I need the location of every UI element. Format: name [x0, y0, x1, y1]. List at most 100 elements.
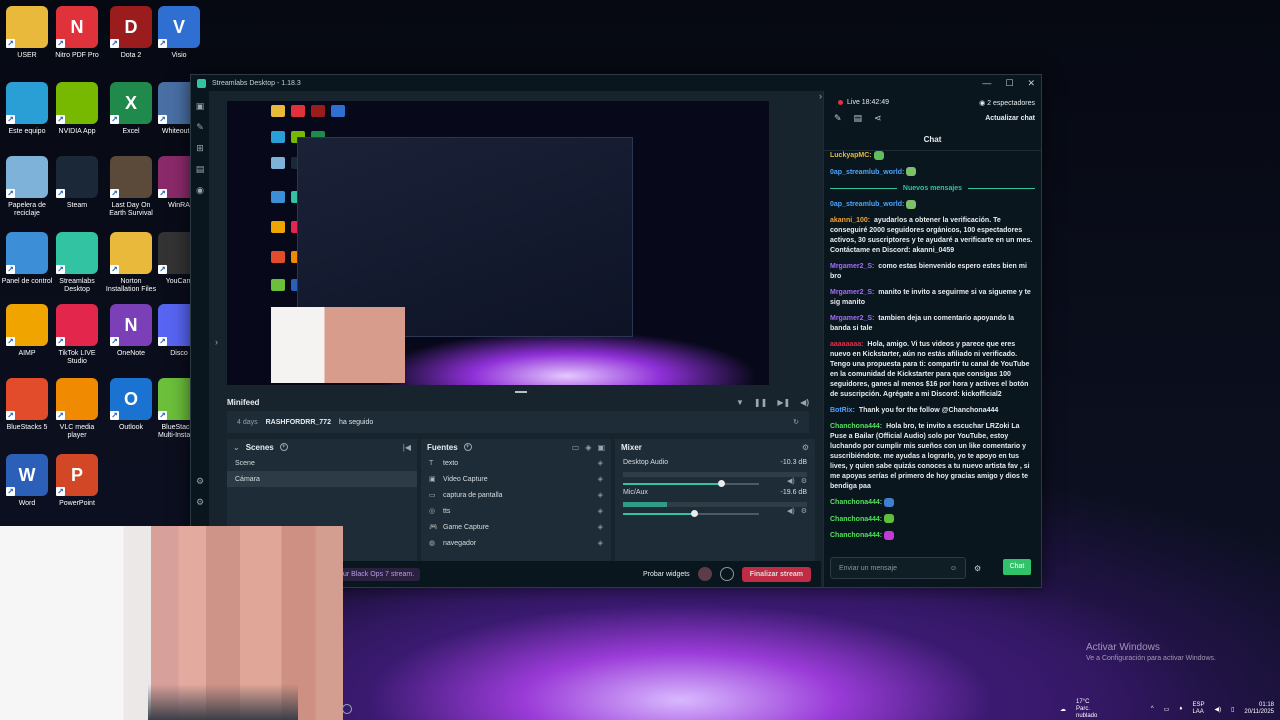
volume-slider[interactable]: [623, 510, 759, 517]
desktop-icon-panel-de-control[interactable]: ↗ Panel de control: [0, 232, 54, 286]
desktop-icon-visio[interactable]: V ↗ Visio: [152, 6, 206, 60]
overlays-icon[interactable]: ▤: [191, 164, 209, 175]
desktop-icon-outlook[interactable]: O ↗ Outlook: [104, 378, 158, 432]
mute-channel-icon[interactable]: ◀): [787, 507, 795, 515]
stream-preview[interactable]: [227, 101, 769, 385]
collapse-left-icon[interactable]: ›: [215, 337, 218, 347]
source-item[interactable]: ▭ captura de pantalla ◈: [421, 487, 611, 503]
chat-username[interactable]: 0ap_streamlub_world:: [830, 201, 904, 208]
chat-input[interactable]: Enviar un mensaje ☺: [830, 557, 966, 579]
visibility-icon[interactable]: ◈: [598, 491, 603, 499]
edit-stream-icon[interactable]: ✎: [834, 113, 842, 124]
visibility-icon[interactable]: ◈: [598, 539, 603, 547]
maximize-button[interactable]: ☐: [1005, 78, 1013, 89]
pause-icon[interactable]: ❚❚: [754, 398, 767, 407]
desktop-icon-nvidia-app[interactable]: ↗ NVIDIA App: [50, 82, 104, 136]
desktop-icon-norton-installation-files[interactable]: ↗ Norton Installation Files: [104, 232, 158, 294]
visibility-icon[interactable]: ◈: [598, 475, 603, 483]
weather-icon[interactable]: ☁: [1060, 706, 1066, 713]
chat-username[interactable]: Mrgamer2_S:: [830, 315, 874, 322]
channel-settings-icon[interactable]: ⚙: [801, 477, 807, 485]
desktop-icon-aimp[interactable]: ↗ AIMP: [0, 304, 54, 358]
desktop-icon-word[interactable]: W ↗ Word: [0, 454, 54, 508]
app-store-icon[interactable]: ⊞: [191, 143, 209, 154]
add-source-icon[interactable]: +: [463, 443, 472, 451]
chat-username[interactable]: Mrgamer2_S:: [830, 263, 874, 270]
language[interactable]: ESP: [1192, 702, 1204, 709]
refresh-chat-button[interactable]: Actualizar chat: [985, 115, 1035, 122]
channel-settings-icon[interactable]: ⚙: [801, 507, 807, 515]
desktop-icon-dota-2[interactable]: D ↗ Dota 2: [104, 6, 158, 60]
scene-transition-icon[interactable]: |◀: [403, 443, 411, 452]
desktop-icon-bluestacks-5[interactable]: ↗ BlueStacks 5: [0, 378, 54, 432]
chat-username[interactable]: Chanchona444:: [830, 423, 882, 430]
desktop-icon-streamlabs-desktop[interactable]: ↗ Streamlabs Desktop: [50, 232, 104, 294]
mute-icon[interactable]: ◀): [800, 398, 809, 407]
desktop-icon-onenote[interactable]: N ↗ OneNote: [104, 304, 158, 358]
chat-username[interactable]: LuckyapMC:: [830, 152, 872, 159]
folder-icon[interactable]: ▭: [572, 443, 580, 452]
emote-icon[interactable]: ☺: [950, 565, 957, 572]
repeat-icon[interactable]: ↻: [793, 418, 799, 426]
profile-icon[interactable]: ⚙: [191, 497, 209, 508]
volume-icon[interactable]: ◀): [1214, 706, 1221, 713]
desktop-icon-powerpoint[interactable]: P ↗ PowerPoint: [50, 454, 104, 508]
send-chat-button[interactable]: Chat: [1003, 559, 1031, 575]
mixer-settings-icon[interactable]: ⚙: [802, 443, 809, 452]
scene-item[interactable]: Scene: [227, 455, 417, 471]
taskbar-app-icon[interactable]: [342, 704, 352, 714]
desktop-icon-vlc-media-player[interactable]: ↗ VLC media player: [50, 378, 104, 440]
mute-channel-icon[interactable]: ◀): [787, 477, 795, 485]
group-icon[interactable]: ◈: [585, 443, 591, 452]
source-item[interactable]: ▣ Video Capture ◈: [421, 471, 611, 487]
source-item[interactable]: ◍ navegador ◈: [421, 535, 611, 551]
themes-icon[interactable]: ✎: [191, 122, 209, 133]
replay-buffer-button[interactable]: [719, 567, 734, 581]
stream-prompt[interactable]: ur Black Ops 7 stream.: [337, 567, 421, 581]
desktop-icon-tiktok-live-studio[interactable]: ↗ TikTok LIVE Studio: [50, 304, 104, 366]
desktop-icon-user[interactable]: ↗ USER: [0, 6, 54, 60]
add-scene-icon[interactable]: +: [279, 443, 288, 451]
scene-item[interactable]: Cámara: [227, 471, 417, 487]
visibility-icon[interactable]: ◈: [598, 507, 603, 515]
collapse-icon[interactable]: ▣: [597, 443, 605, 452]
volume-slider[interactable]: [623, 480, 759, 487]
chat-username[interactable]: akanni_100:: [830, 217, 870, 224]
clock[interactable]: 01:18 20/11/2025: [1244, 702, 1280, 716]
settings-icon[interactable]: ⚙: [191, 476, 209, 487]
end-stream-button[interactable]: Finalizar stream: [741, 566, 811, 582]
battery-icon[interactable]: ▯: [1231, 706, 1234, 713]
desktop-icon-este-equipo[interactable]: ↗ Este equipo: [0, 82, 54, 136]
filter-icon[interactable]: ▼: [736, 398, 744, 407]
desktop-icon-papelera-de-reciclaje[interactable]: ↗ Papelera de reciclaje: [0, 156, 54, 218]
mic-icon[interactable]: ♦: [1179, 706, 1182, 712]
chat-username[interactable]: BotRix:: [830, 407, 855, 414]
visibility-icon[interactable]: ◈: [598, 523, 603, 531]
record-button[interactable]: [697, 567, 712, 581]
chat-messages[interactable]: LuckyapMC: 0ap_streamlub_world: Nuevos men…: [830, 151, 1035, 551]
tray-chevron-icon[interactable]: ^: [1151, 706, 1154, 712]
skip-icon[interactable]: ▶❚: [777, 398, 790, 407]
chat-username[interactable]: 0ap_streamlub_world:: [830, 169, 904, 176]
source-item[interactable]: 🎮 Game Capture ◈: [421, 519, 611, 535]
network-icon[interactable]: ▭: [1164, 706, 1170, 713]
desktop-icon-excel[interactable]: X ↗ Excel: [104, 82, 158, 136]
desktop-icon-last-day-on-earth-survival[interactable]: ↗ Last Day On Earth Survival: [104, 156, 158, 218]
chat-username[interactable]: Chanchona444:: [830, 516, 882, 523]
editor-icon[interactable]: ▣: [191, 101, 209, 112]
minimize-button[interactable]: —: [982, 78, 991, 89]
visibility-icon[interactable]: ◈: [598, 459, 603, 467]
share-icon[interactable]: ⋖: [874, 113, 882, 124]
source-item[interactable]: Ttexto ◈: [421, 455, 611, 471]
close-button[interactable]: ✕: [1027, 78, 1035, 89]
desktop-icon-nitro-pdf-pro[interactable]: N ↗ Nitro PDF Pro: [50, 6, 104, 60]
desktop-icon-steam[interactable]: ↗ Steam: [50, 156, 104, 210]
chat-username[interactable]: Chanchona444:: [830, 532, 882, 539]
source-item[interactable]: ◎ tts ◈: [421, 503, 611, 519]
test-widgets-button[interactable]: Probar widgets: [643, 571, 690, 578]
chat-username[interactable]: Mrgamer2_S:: [830, 289, 874, 296]
chat-username[interactable]: aaaaaaaa:: [830, 341, 863, 348]
studio-mode-icon[interactable]: ◉: [191, 185, 209, 196]
expand-icon[interactable]: ⌄: [233, 443, 240, 452]
clip-icon[interactable]: ▤: [854, 113, 863, 124]
